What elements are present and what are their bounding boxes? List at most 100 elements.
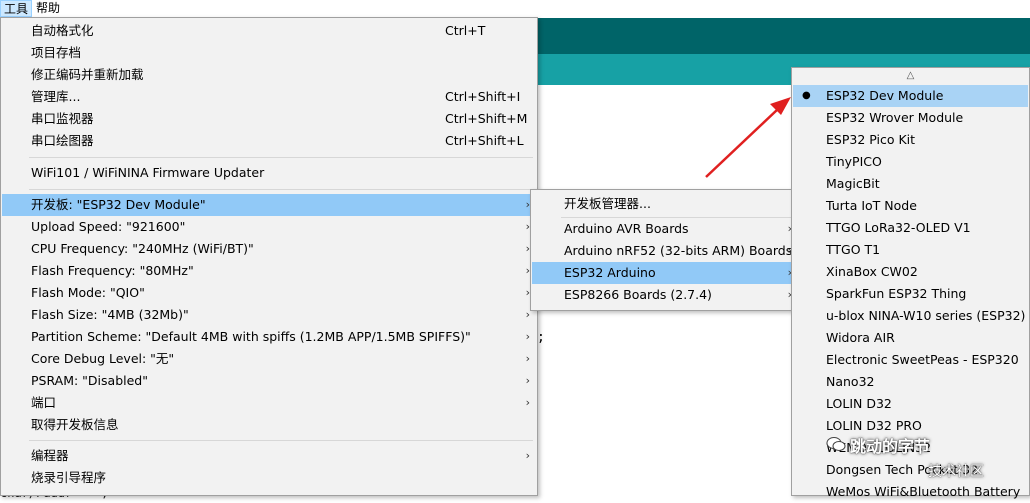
shortcut-label: Ctrl+Shift+M — [445, 111, 528, 126]
menu-item-board[interactable]: 开发板: "ESP32 Dev Module" › — [2, 194, 536, 216]
board-item[interactable]: TTGO LoRa32-OLED V1 — [793, 217, 1028, 239]
shortcut-label: Ctrl+T — [445, 23, 486, 38]
menu-item-label: PSRAM: "Disabled" — [31, 373, 148, 388]
chevron-right-icon: › — [525, 396, 530, 409]
menu-item-label: 取得开发板信息 — [31, 417, 119, 432]
board-item[interactable]: Electronic SweetPeas - ESP320 — [793, 349, 1028, 371]
menu-item-burn-bootloader[interactable]: 烧录引导程序 — [2, 467, 536, 489]
menu-item-label: ESP32 Wrover Module — [826, 110, 964, 125]
menu-item-label: 编程器 — [31, 448, 69, 463]
ide-header — [538, 18, 1030, 54]
menu-item-label: Partition Scheme: "Default 4MB with spif… — [31, 329, 471, 344]
chevron-right-icon: › — [525, 352, 530, 365]
menu-item-label: ESP32 Pico Kit — [826, 132, 916, 147]
menu-item-serial-plotter[interactable]: 串口绘图器 Ctrl+Shift+L — [2, 130, 536, 152]
menu-item-label: 项目存档 — [31, 45, 82, 60]
menu-item-archive-sketch[interactable]: 项目存档 — [2, 42, 536, 64]
menu-item-core-debug-level[interactable]: Core Debug Level: "无" › — [2, 348, 536, 370]
menu-separator — [29, 157, 533, 158]
menu-item-label: Core Debug Level: "无" — [31, 351, 175, 366]
menu-item-esp32-arduino[interactable]: ESP32 Arduino › — [532, 262, 798, 284]
board-item[interactable]: Nano32 — [793, 371, 1028, 393]
board-item-esp32-dev-module[interactable]: ● ESP32 Dev Module — [793, 85, 1028, 107]
menu-item-label: WiFi101 / WiFiNINA Firmware Updater — [31, 165, 265, 180]
menu-separator — [29, 440, 533, 441]
shortcut-label: Ctrl+Shift+I — [445, 89, 521, 104]
esp32-board-list: △ ● ESP32 Dev Module ESP32 Wrover Module… — [791, 67, 1030, 499]
menu-item-label: XinaBox CW02 — [826, 264, 918, 279]
board-item[interactable]: LOLIN D32 — [793, 393, 1028, 415]
watermark-title: 跳动的字节 — [850, 437, 931, 456]
menu-item-label: TinyPICO — [826, 154, 882, 169]
chevron-right-icon: › — [525, 330, 530, 343]
board-item[interactable]: SparkFun ESP32 Thing — [793, 283, 1028, 305]
editor-text: ; — [537, 330, 545, 345]
chevron-right-icon: › — [525, 374, 530, 387]
menu-item-auto-format[interactable]: 自动格式化 Ctrl+T — [2, 20, 536, 42]
shortcut-label: Ctrl+Shift+L — [445, 133, 524, 148]
menu-item-esp8266-boards[interactable]: ESP8266 Boards (2.7.4) › — [532, 284, 798, 306]
menu-item-upload-speed[interactable]: Upload Speed: "921600" › — [2, 216, 536, 238]
menu-item-flash-frequency[interactable]: Flash Frequency: "80MHz" › — [2, 260, 536, 282]
board-item[interactable]: Turta IoT Node — [793, 195, 1028, 217]
board-item[interactable]: XinaBox CW02 — [793, 261, 1028, 283]
menu-item-label: ESP8266 Boards (2.7.4) — [564, 287, 712, 302]
menu-item-label: Turta IoT Node — [826, 198, 917, 213]
chevron-right-icon: › — [525, 449, 530, 462]
menu-item-label: Flash Mode: "QIO" — [31, 285, 145, 300]
board-submenu: 开发板管理器... Arduino AVR Boards › Arduino n… — [530, 189, 800, 311]
menu-item-label: 串口绘图器 — [31, 133, 94, 148]
menu-item-label: LOLIN D32 — [826, 396, 892, 411]
menu-item-label: 自动格式化 — [31, 23, 94, 38]
menu-item-label: 烧录引导程序 — [31, 470, 107, 485]
menu-item-flash-size[interactable]: Flash Size: "4MB (32Mb)" › — [2, 304, 536, 326]
menu-item-label: Widora AIR — [826, 330, 895, 345]
menu-item-label: WeMos WiFi&Bluetooth Battery — [826, 484, 1021, 499]
board-item[interactable]: WeMos WiFi&Bluetooth Battery — [793, 481, 1028, 503]
menu-item-fix-encoding[interactable]: 修正编码并重新加载 — [2, 64, 536, 86]
menu-item-label: Arduino nRF52 (32-bits ARM) Boards — [564, 243, 793, 258]
menu-item-psram[interactable]: PSRAM: "Disabled" › — [2, 370, 536, 392]
board-item[interactable]: Dongsen Tech Pocket 32 — [793, 459, 1028, 481]
menu-item-flash-mode[interactable]: Flash Mode: "QIO" › — [2, 282, 536, 304]
board-item[interactable]: TinyPICO — [793, 151, 1028, 173]
menu-item-label: ESP32 Arduino — [564, 265, 656, 280]
menu-item-label: 开发板管理器... — [564, 196, 651, 211]
board-item[interactable]: ESP32 Pico Kit — [793, 129, 1028, 151]
menu-item-port[interactable]: 端口 › — [2, 392, 536, 414]
menu-item-label: 端口 — [31, 395, 57, 410]
menu-help[interactable]: 帮助 — [33, 0, 63, 17]
menu-tools[interactable]: 工具 — [0, 0, 33, 17]
menu-separator — [29, 189, 533, 190]
board-item[interactable]: Widora AIR — [793, 327, 1028, 349]
menu-item-label: Upload Speed: "921600" — [31, 219, 186, 234]
wechat-logo-icon — [826, 437, 846, 451]
menu-item-arduino-nrf52[interactable]: Arduino nRF52 (32-bits ARM) Boards › — [532, 240, 798, 262]
board-item[interactable]: u-blox NINA-W10 series (ESP32) — [793, 305, 1028, 327]
selected-bullet-icon: ● — [802, 90, 811, 101]
board-item[interactable]: MagicBit — [793, 173, 1028, 195]
menu-item-label: 串口监视器 — [31, 111, 94, 126]
menu-item-partition-scheme[interactable]: Partition Scheme: "Default 4MB with spif… — [2, 326, 536, 348]
menu-item-arduino-avr[interactable]: Arduino AVR Boards › — [532, 218, 798, 240]
menu-item-board-info[interactable]: 取得开发板信息 — [2, 414, 536, 436]
board-item[interactable]: TTGO T1 — [793, 239, 1028, 261]
menu-item-label: u-blox NINA-W10 series (ESP32) — [826, 308, 1026, 323]
menu-item-manage-libraries[interactable]: 管理库... Ctrl+Shift+I — [2, 86, 536, 108]
menu-item-programmer[interactable]: 编程器 › — [2, 445, 536, 467]
menu-item-label: TTGO LoRa32-OLED V1 — [826, 220, 971, 235]
menu-item-label: ESP32 Dev Module — [826, 88, 944, 103]
board-item[interactable]: ESP32 Wrover Module — [793, 107, 1028, 129]
menu-item-label: Electronic SweetPeas - ESP320 — [826, 352, 1019, 367]
menu-item-boards-manager[interactable]: 开发板管理器... — [532, 193, 798, 215]
menu-item-label: Flash Size: "4MB (32Mb)" — [31, 307, 189, 322]
menu-item-serial-monitor[interactable]: 串口监视器 Ctrl+Shift+M — [2, 108, 536, 130]
menu-item-label: SparkFun ESP32 Thing — [826, 286, 967, 301]
menu-item-firmware-updater[interactable]: WiFi101 / WiFiNINA Firmware Updater — [2, 162, 536, 184]
scroll-up-arrow-icon[interactable]: △ — [792, 68, 1029, 84]
menu-item-label: CPU Frequency: "240MHz (WiFi/BT)" — [31, 241, 254, 256]
watermark-subtitle: 技术社区 — [928, 464, 984, 480]
menu-item-label: 开发板: "ESP32 Dev Module" — [31, 197, 206, 212]
menu-item-cpu-frequency[interactable]: CPU Frequency: "240MHz (WiFi/BT)" › — [2, 238, 536, 260]
menu-item-label: Arduino AVR Boards — [564, 221, 689, 236]
